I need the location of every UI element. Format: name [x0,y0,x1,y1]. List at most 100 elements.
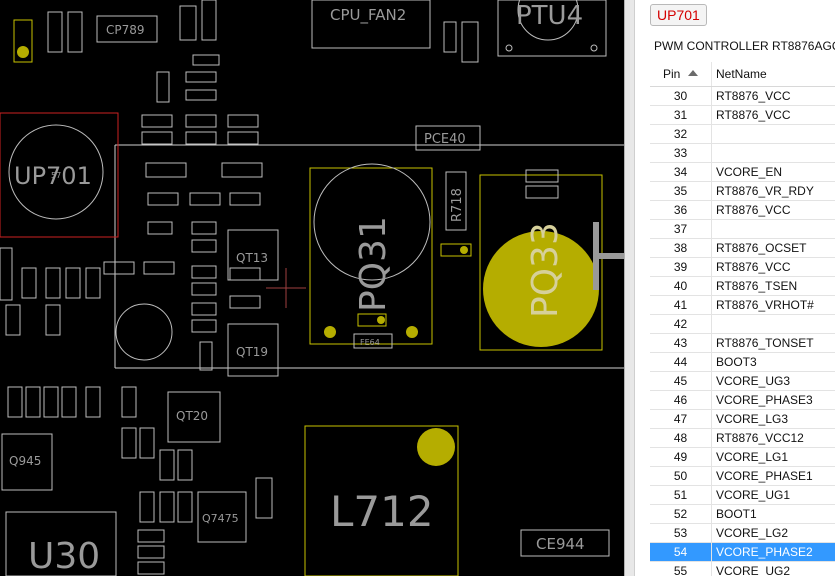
table-row[interactable]: 39 RT8876_VCC [650,257,835,277]
capacitor[interactable] [525,185,559,199]
capacitor[interactable] [141,114,173,128]
table-row[interactable]: 41 RT8876_VRHOT# [650,295,835,315]
small-component[interactable] [179,5,197,41]
pin-table[interactable]: Pin NetName 30 RT8876_VCC 31 RT8876_VCC 32 33… [650,62,835,576]
table-row[interactable]: 51 VCORE_UG1 [650,485,835,505]
capacitor[interactable] [21,267,37,299]
pin-number-cell: 49 [650,447,712,467]
table-row[interactable]: 42 [650,314,835,334]
small-component[interactable] [461,21,479,63]
capacitor[interactable] [177,491,193,523]
table-row[interactable]: 33 [650,143,835,163]
capacitor[interactable] [227,131,259,145]
capacitor[interactable] [191,265,217,279]
capacitor[interactable] [199,341,213,371]
table-row[interactable]: 50 VCORE_PHASE1 [650,466,835,486]
table-row[interactable]: 32 [650,124,835,144]
capacitor[interactable] [145,162,187,178]
capacitor[interactable] [159,449,175,481]
capacitor[interactable] [141,131,173,145]
resistor[interactable] [192,54,220,66]
capacitor[interactable] [525,169,559,183]
table-row[interactable]: 35 RT8876_VR_RDY [650,181,835,201]
table-row[interactable]: 37 [650,219,835,239]
small-component[interactable] [443,21,457,53]
table-row[interactable]: 43 RT8876_TONSET [650,333,835,353]
capacitor-round[interactable] [115,303,173,361]
capacitor[interactable] [103,261,135,275]
resistor[interactable] [229,295,261,309]
table-row[interactable]: 55 VCORE_UG2 [650,561,835,576]
capacitor[interactable] [159,491,175,523]
table-row[interactable]: 47 VCORE_LG3 [650,409,835,429]
capacitor[interactable] [45,267,61,299]
resistor[interactable] [137,545,165,559]
capacitor[interactable] [227,114,259,128]
ce944-label: CE944 [536,535,585,553]
table-row[interactable]: 30 RT8876_VCC [650,86,835,106]
capacitor[interactable] [61,386,77,418]
table-row[interactable]: 48 RT8876_VCC12 [650,428,835,448]
resistor[interactable] [191,221,217,235]
part-badge[interactable]: UP701 [650,4,707,26]
table-row[interactable]: 53 VCORE_LG2 [650,523,835,543]
capacitor[interactable] [85,267,101,299]
netname-cell: RT8876_TONSET [711,333,835,353]
table-row[interactable]: 40 RT8876_TSEN [650,276,835,296]
capacitor[interactable] [45,304,61,336]
table-row[interactable]: 46 VCORE_PHASE3 [650,390,835,410]
resistor[interactable] [229,267,261,281]
netname-column-label: NetName [716,67,767,81]
panel-splitter[interactable] [624,0,635,576]
capacitor[interactable] [185,131,217,145]
resistor[interactable] [137,561,165,575]
netname-column-header[interactable]: NetName [711,62,835,87]
resistor[interactable] [229,192,261,206]
capacitor[interactable] [177,449,193,481]
capacitor[interactable] [5,304,21,336]
resistor[interactable] [191,239,217,253]
table-row[interactable]: 34 VCORE_EN [650,162,835,182]
resistor[interactable] [147,221,173,235]
table-row[interactable]: 45 VCORE_UG3 [650,371,835,391]
table-row[interactable]: 44 BOOT3 [650,352,835,372]
capacitor[interactable] [185,114,217,128]
capacitor[interactable] [191,302,217,316]
capacitor[interactable] [85,386,101,418]
table-row[interactable]: 49 VCORE_LG1 [650,447,835,467]
resistor[interactable] [147,192,179,206]
board-view[interactable]: CPU_FAN2 PTU4 CP789 UP701 57 QT13 QT19 Q… [0,0,624,576]
pin-column-header[interactable]: Pin [650,62,712,87]
capacitor[interactable] [139,427,155,459]
capacitor[interactable] [156,71,170,103]
small-component[interactable] [47,11,63,53]
capacitor[interactable] [43,386,59,418]
resistor[interactable] [137,529,165,543]
table-row[interactable]: 31 RT8876_VCC [650,105,835,125]
small-component[interactable] [201,0,217,41]
capacitor[interactable] [0,247,13,301]
resistor[interactable] [185,89,217,101]
capacitor[interactable] [221,162,263,178]
capacitor[interactable] [7,386,23,418]
capacitor[interactable] [191,282,217,296]
table-row[interactable]: 52 BOOT1 [650,504,835,524]
qt19-label: QT19 [236,345,268,359]
small-component[interactable] [67,11,83,53]
cpu-fan-label: CPU_FAN2 [330,6,406,25]
capacitor[interactable] [65,267,81,299]
resistor[interactable] [255,477,273,519]
capacitor[interactable] [191,319,217,333]
table-row[interactable]: 38 RT8876_OCSET [650,238,835,258]
capacitor[interactable] [121,386,137,418]
capacitor[interactable] [143,261,175,275]
resistor[interactable] [189,192,221,206]
table-row[interactable]: 36 RT8876_VCC [650,200,835,220]
capacitor[interactable] [25,386,41,418]
capacitor[interactable] [139,491,155,523]
pin-number-cell: 30 [650,86,712,106]
board-canvas[interactable]: CPU_FAN2 PTU4 CP789 UP701 57 QT13 QT19 Q… [0,0,624,576]
capacitor[interactable] [121,427,137,459]
resistor[interactable] [185,71,217,83]
table-row[interactable]: 54 VCORE_PHASE2 [650,542,835,562]
